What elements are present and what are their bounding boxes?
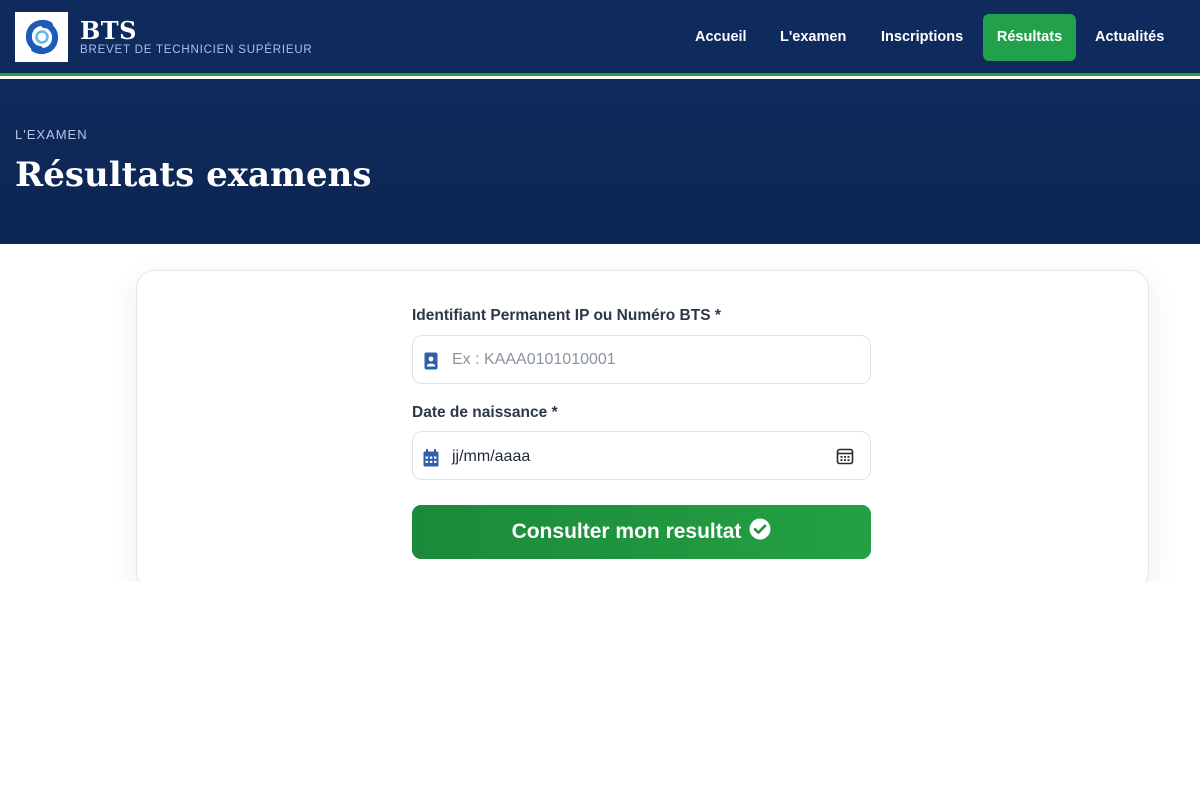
brand-title[interactable]: BTS: [80, 16, 137, 45]
calendar-picker-icon[interactable]: [836, 447, 854, 465]
nav-item-examen[interactable]: L'examen: [766, 14, 860, 61]
page-title: Résultats examens: [15, 155, 372, 195]
page-hero: L'EXAMEN Résultats examens: [0, 79, 1200, 244]
consult-result-button[interactable]: Consulter mon resultat: [412, 505, 871, 559]
id-field-label: Identifiant Permanent IP ou Numéro BTS *: [412, 307, 721, 324]
nav-item-actualites[interactable]: Actualités: [1081, 14, 1178, 61]
dob-field[interactable]: jj/mm/aaaa: [412, 431, 871, 480]
id-field[interactable]: [412, 335, 871, 384]
dob-field-label: Date de naissance *: [412, 404, 558, 421]
page-background: [0, 582, 1200, 801]
calendar-icon: [423, 447, 441, 467]
nav-item-accueil[interactable]: Accueil: [681, 14, 761, 61]
nav-item-inscriptions[interactable]: Inscriptions: [867, 14, 977, 61]
bts-logo-icon[interactable]: [15, 12, 68, 62]
dob-input[interactable]: jj/mm/aaaa: [452, 432, 530, 481]
check-circle-icon: [749, 518, 771, 546]
top-navbar: BTS BREVET DE TECHNICIEN SUPÉRIEUR Accue…: [0, 0, 1200, 76]
submit-button-label: Consulter mon resultat: [511, 520, 742, 543]
brand-subtitle: BREVET DE TECHNICIEN SUPÉRIEUR: [80, 44, 313, 56]
id-card-icon: [423, 351, 441, 371]
id-input[interactable]: [452, 336, 852, 383]
breadcrumb: L'EXAMEN: [15, 127, 88, 142]
nav-item-resultats[interactable]: Résultats: [983, 14, 1076, 61]
